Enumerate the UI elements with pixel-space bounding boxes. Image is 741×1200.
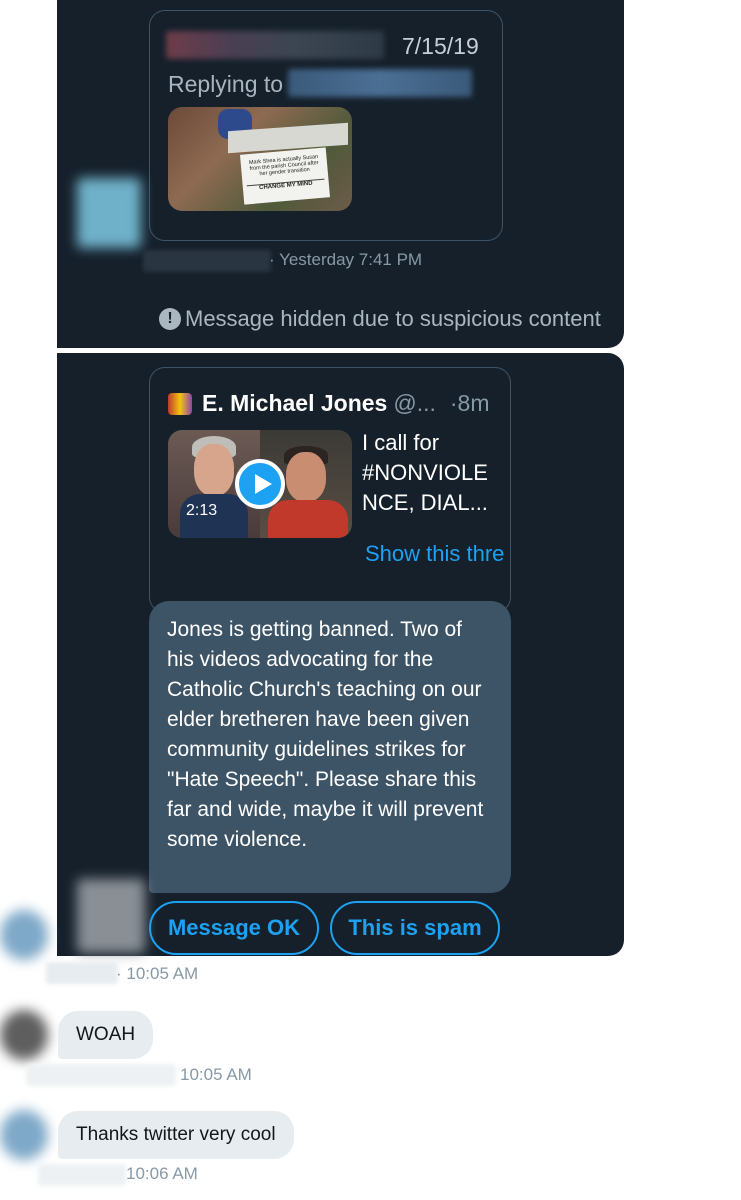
hidden-message-notice: ! Message hidden due to suspicious conte… [159, 306, 601, 332]
meme-sign-caption: CHANGE MY MIND [246, 178, 325, 193]
quoted-reply-card[interactable]: 7/15/19 Replying to Mark Shea is actuall… [149, 10, 503, 241]
tweet-text: I call for #NONVIOLE NCE, DIAL... [362, 430, 488, 515]
replying-to-label: Replying to [168, 71, 284, 97]
quoted-date: 7/15/19 [402, 33, 479, 59]
participant-avatar-3[interactable] [0, 1110, 48, 1160]
flagged-message-timestamp: · 10:05 AM [116, 964, 199, 983]
video-person-left [194, 444, 234, 496]
participant-avatar-1[interactable] [0, 910, 48, 960]
tweet-author-name[interactable]: E. Michael Jones [202, 390, 387, 417]
flagged-message-panel: E. Michael Jones @... ·8m 2:13 I call fo… [57, 353, 624, 956]
meme-sign: Mark Shea is actually Susan from the par… [239, 147, 331, 205]
meme-sign-text: Mark Shea is actually Susan from the par… [248, 154, 319, 178]
redacted-sender-name [143, 250, 271, 272]
video-person-right [286, 452, 326, 502]
redacted-username [166, 31, 384, 59]
quoted-tweet-card[interactable]: E. Michael Jones @... ·8m 2:13 I call fo… [149, 367, 511, 613]
message-timestamp: 10:05 AM [180, 1065, 252, 1084]
redacted-sender-name-3 [26, 1064, 176, 1086]
sender-avatar-2[interactable] [77, 879, 145, 953]
info-circle-icon: ! [159, 308, 181, 330]
redacted-reply-target [288, 69, 472, 97]
tweet-time: ·8m [449, 390, 490, 416]
tweet-header: E. Michael Jones @... ·8m [168, 390, 490, 417]
hidden-notice-text: Message hidden due to suspicious content [185, 306, 601, 331]
video-duration: 2:13 [186, 502, 218, 519]
hidden-message-timestamp: · Yesterday 7:41 PM [269, 250, 423, 269]
redacted-sender-name-4 [38, 1164, 126, 1186]
video-thumbnail[interactable]: 2:13 [168, 430, 352, 538]
flagged-message-bubble: Jones is getting banned. Two of his vide… [149, 601, 511, 893]
message-ok-button[interactable]: Message OK [149, 901, 319, 955]
tweet-author-handle: @... [393, 390, 436, 416]
play-icon[interactable] [235, 459, 285, 509]
hidden-message-panel: 7/15/19 Replying to Mark Shea is actuall… [57, 0, 624, 348]
sender-avatar[interactable] [77, 178, 141, 248]
participant-avatar-2[interactable] [0, 1010, 48, 1060]
show-thread-link[interactable]: Show this thre [365, 541, 511, 567]
message-bubble: WOAH [58, 1011, 154, 1059]
tweet-author-avatar[interactable] [168, 392, 192, 415]
this-is-spam-button[interactable]: This is spam [330, 901, 500, 955]
redacted-sender-name-2 [46, 962, 118, 984]
video-person-right-shirt [268, 500, 348, 538]
message-timestamp: 10:06 AM [126, 1164, 198, 1183]
message-bubble: Thanks twitter very cool [58, 1111, 294, 1159]
meme-image[interactable]: Mark Shea is actually Susan from the par… [168, 107, 352, 211]
